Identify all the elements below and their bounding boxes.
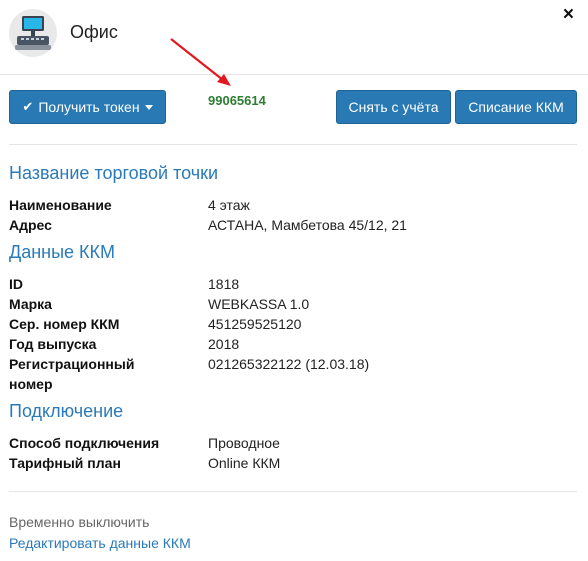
section-title-outlet: Название торговой точки [9, 163, 219, 183]
token-value: 99065614 [208, 93, 266, 108]
row-label: Адрес [9, 217, 52, 233]
section-title-connection: Подключение [9, 401, 124, 421]
row-label: Наименование [9, 197, 112, 213]
row-value: 451259525120 [208, 316, 302, 332]
row-label: Год выпуска [9, 336, 97, 352]
row-label: Тарифный план [9, 455, 121, 471]
row-value: 1818 [208, 276, 240, 292]
divider [9, 491, 577, 492]
writeoff-kkm-button[interactable]: Списание ККМ [455, 90, 577, 124]
row-value: 021265322122 (12.03.18) [208, 356, 370, 372]
row-value: Online ККМ [208, 455, 281, 471]
temporarily-disable-text[interactable]: Временно выключить [9, 514, 149, 530]
caret-down-icon [144, 104, 153, 110]
row-value: Проводное [208, 435, 280, 451]
deregister-button[interactable]: Снять с учёта [336, 90, 451, 124]
pos-terminal-icon [9, 9, 57, 57]
edit-kkm-link[interactable]: Редактировать данные ККМ [9, 535, 191, 551]
page-title: Офис [70, 22, 118, 42]
row-value: 2018 [208, 336, 240, 352]
red-arrow-icon [170, 38, 231, 86]
row-label: Способ подключения [9, 435, 160, 451]
row-label: Регистрационный номер [9, 356, 135, 392]
row-label: Марка [9, 296, 52, 312]
modal-header: Офис × [0, 0, 588, 75]
row-label: ID [9, 276, 23, 292]
get-token-button[interactable]: ✔ Получить токен [9, 90, 166, 124]
row-value: АСТАНА, Мамбетова 45/12, 21 [208, 217, 407, 233]
get-token-label: Получить токен [38, 99, 140, 115]
divider [9, 144, 577, 145]
check-icon: ✔ [22, 99, 34, 114]
close-icon[interactable]: × [563, 5, 574, 25]
row-value: WEBKASSA 1.0 [208, 296, 310, 312]
row-label: Сер. номер ККМ [9, 316, 120, 332]
section-title-kkm: Данные ККМ [9, 242, 115, 262]
row-value: 4 этаж [208, 197, 250, 213]
